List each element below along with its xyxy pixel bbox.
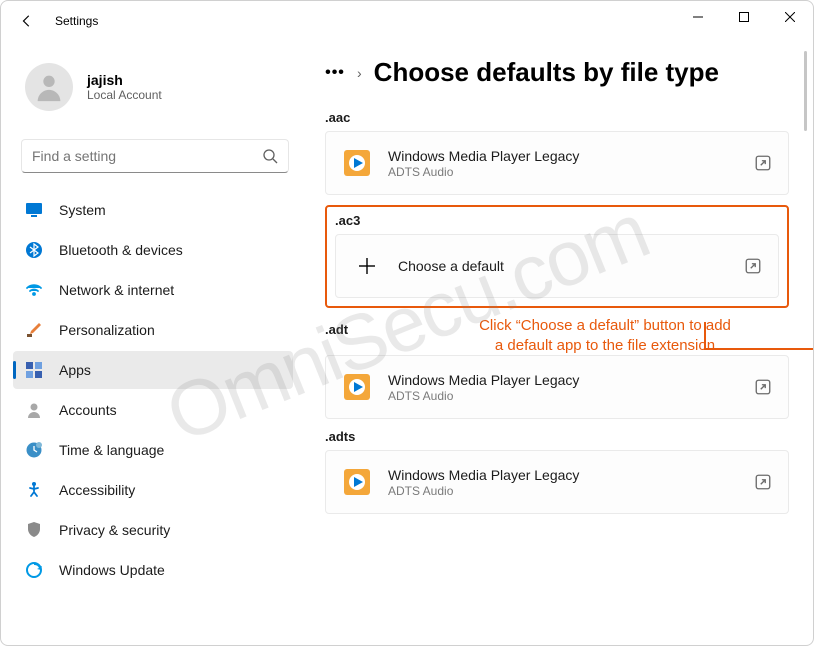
app-subtitle: ADTS Audio	[388, 484, 754, 498]
nav-item-apps[interactable]: Apps	[13, 351, 293, 389]
close-button[interactable]	[767, 1, 813, 33]
open-external-icon	[754, 378, 772, 396]
app-name: Windows Media Player Legacy	[388, 467, 754, 483]
plus-icon	[352, 251, 382, 281]
app-subtitle: ADTS Audio	[388, 165, 754, 179]
breadcrumb: ••• › Choose defaults by file type	[325, 57, 789, 88]
titlebar: Settings	[1, 1, 813, 41]
wmp-icon	[342, 467, 372, 497]
search-input[interactable]	[32, 148, 262, 164]
nav-label: Accounts	[59, 402, 117, 418]
highlight-annotation-box: .ac3 Choose a default	[325, 205, 789, 308]
app-name: Windows Media Player Legacy	[388, 148, 754, 164]
apps-icon	[25, 361, 43, 379]
open-external-icon	[744, 257, 762, 275]
wifi-icon	[25, 281, 43, 299]
content-area: ••• › Choose defaults by file type .aac …	[301, 41, 813, 645]
bluetooth-icon	[25, 241, 43, 259]
default-card-aac[interactable]: Windows Media Player Legacy ADTS Audio	[325, 131, 789, 195]
default-card-ac3[interactable]: Choose a default	[335, 234, 779, 298]
brush-icon	[25, 321, 43, 339]
breadcrumb-overflow[interactable]: •••	[325, 64, 345, 82]
user-subtitle: Local Account	[87, 88, 162, 102]
accessibility-icon	[25, 481, 43, 499]
nav-label: Bluetooth & devices	[59, 242, 183, 258]
nav-label: Windows Update	[59, 562, 165, 578]
nav-item-bluetooth[interactable]: Bluetooth & devices	[13, 231, 293, 269]
open-external-icon	[754, 473, 772, 491]
user-name: jajish	[87, 72, 162, 88]
nav-label: Privacy & security	[59, 522, 170, 538]
back-button[interactable]	[15, 9, 39, 33]
wmp-icon	[342, 148, 372, 178]
default-card-adts[interactable]: Windows Media Player Legacy ADTS Audio	[325, 450, 789, 514]
nav-label: Personalization	[59, 322, 155, 338]
app-subtitle: ADTS Audio	[388, 389, 754, 403]
nav-label: Network & internet	[59, 282, 174, 298]
nav-label: Apps	[59, 362, 91, 378]
chevron-right-icon: ›	[357, 65, 362, 81]
default-card-adt[interactable]: Windows Media Player Legacy ADTS Audio	[325, 355, 789, 419]
scrollbar[interactable]	[804, 51, 807, 131]
app-name: Choose a default	[398, 258, 744, 274]
update-icon	[25, 561, 43, 579]
ext-label-adts: .adts	[325, 429, 789, 444]
main-layout: jajish Local Account System Bluetooth & …	[1, 41, 813, 645]
minimize-button[interactable]	[675, 1, 721, 33]
maximize-button[interactable]	[721, 1, 767, 33]
nav-item-accounts[interactable]: Accounts	[13, 391, 293, 429]
nav-item-time[interactable]: Time & language	[13, 431, 293, 469]
monitor-icon	[25, 201, 43, 219]
nav-item-personalization[interactable]: Personalization	[13, 311, 293, 349]
nav-item-update[interactable]: Windows Update	[13, 551, 293, 589]
nav-item-network[interactable]: Network & internet	[13, 271, 293, 309]
sidebar: jajish Local Account System Bluetooth & …	[1, 41, 301, 645]
ext-label-aac: .aac	[325, 110, 789, 125]
ext-label-ac3: .ac3	[335, 213, 779, 228]
window-controls	[675, 1, 813, 33]
nav-item-accessibility[interactable]: Accessibility	[13, 471, 293, 509]
nav-label: System	[59, 202, 106, 218]
ext-label-adt: .adt	[325, 322, 411, 337]
shield-icon	[25, 521, 43, 539]
open-external-icon	[754, 154, 772, 172]
nav-list: System Bluetooth & devices Network & int…	[13, 191, 293, 589]
annotation-text: Click “Choose a default” button to add a…	[421, 316, 789, 355]
nav-label: Time & language	[59, 442, 164, 458]
nav-item-system[interactable]: System	[13, 191, 293, 229]
nav-label: Accessibility	[59, 482, 135, 498]
person-icon	[25, 401, 43, 419]
page-title: Choose defaults by file type	[374, 57, 719, 88]
search-icon	[262, 148, 278, 164]
wmp-icon	[342, 372, 372, 402]
clock-icon	[25, 441, 43, 459]
nav-item-privacy[interactable]: Privacy & security	[13, 511, 293, 549]
window-title: Settings	[55, 14, 98, 28]
avatar	[25, 63, 73, 111]
search-box[interactable]	[21, 139, 289, 173]
user-block[interactable]: jajish Local Account	[21, 53, 293, 121]
app-name: Windows Media Player Legacy	[388, 372, 754, 388]
